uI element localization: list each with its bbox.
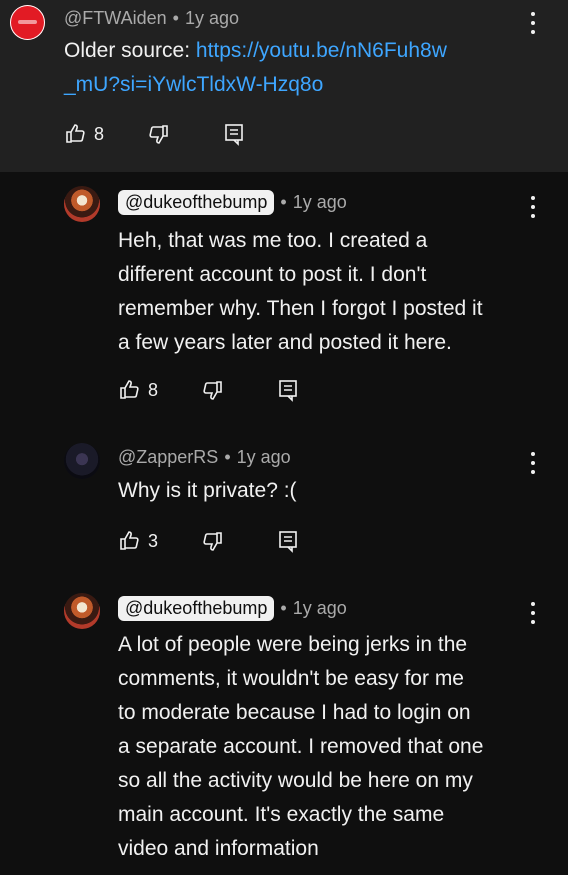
timestamp: 1y ago — [184, 8, 239, 28]
separator: • — [280, 192, 287, 212]
more-vert-icon[interactable] — [530, 12, 536, 34]
thumbs-down-icon[interactable] — [200, 529, 224, 553]
comment-actions: 3 — [118, 529, 300, 553]
like-count: 8 — [94, 123, 105, 144]
more-vert-icon[interactable] — [530, 196, 536, 218]
reply-icon[interactable] — [222, 122, 246, 146]
comment-actions: 8 — [64, 122, 246, 146]
author-handle[interactable]: @FTWAiden — [64, 8, 167, 29]
more-vert-icon[interactable] — [530, 452, 536, 474]
comment-text: Why is it private? :( — [118, 479, 297, 502]
author-handle[interactable]: @ZapperRS — [118, 447, 218, 468]
comment-meta: @FTWAiden • 1y ago — [64, 8, 239, 29]
more-vert-icon[interactable] — [530, 602, 536, 624]
author-handle-chip[interactable]: @dukeofthebump — [118, 190, 275, 215]
comment-meta: @dukeofthebump • 1y ago — [118, 596, 347, 621]
thumbs-up-icon[interactable] — [118, 529, 142, 553]
reply-icon[interactable] — [276, 378, 300, 402]
separator: • — [280, 598, 287, 618]
like-count: 3 — [148, 530, 159, 551]
comment-actions: 8 — [118, 378, 300, 402]
separator: • — [172, 8, 179, 28]
video-link-continued[interactable]: _mU?si=iYwlcTldxW-Hzq8o — [64, 68, 447, 102]
comment-meta: @dukeofthebump • 1y ago — [118, 190, 347, 215]
reply-icon[interactable] — [276, 529, 300, 553]
comment-text: Heh, that was me too. I created a differ… — [118, 229, 483, 354]
timestamp: 1y ago — [236, 447, 291, 467]
avatar[interactable] — [64, 443, 100, 479]
thumbs-up-icon[interactable] — [118, 378, 142, 402]
highlighted-comment: @FTWAiden • 1y ago Older source: https:/… — [0, 0, 568, 172]
timestamp: 1y ago — [292, 598, 347, 618]
avatar[interactable] — [64, 186, 100, 222]
comment-text: A lot of people were being jerks in the … — [118, 633, 484, 860]
thumbs-up-icon[interactable] — [64, 122, 88, 146]
like-count: 8 — [148, 379, 159, 400]
avatar[interactable] — [64, 593, 100, 629]
thumbs-down-icon[interactable] — [146, 122, 170, 146]
author-handle-chip[interactable]: @dukeofthebump — [118, 596, 275, 621]
video-link[interactable]: https://youtu.be/nN6Fuh8w — [196, 39, 447, 62]
separator: • — [224, 447, 231, 467]
comment-text: Older source: https://youtu.be/nN6Fuh8w … — [64, 34, 447, 102]
thumbs-down-icon[interactable] — [200, 378, 224, 402]
timestamp: 1y ago — [292, 192, 347, 212]
comment-meta: @ZapperRS • 1y ago — [118, 447, 291, 468]
avatar[interactable] — [10, 5, 45, 40]
